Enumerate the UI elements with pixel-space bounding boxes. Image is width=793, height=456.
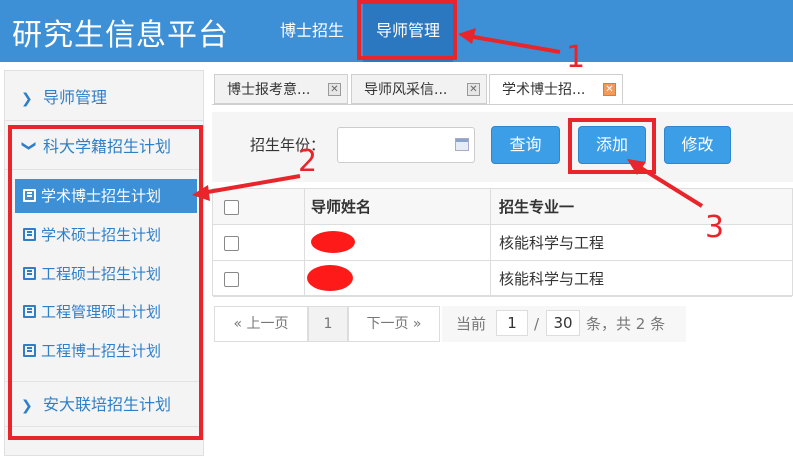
- annotation-number-2: 2: [298, 144, 318, 179]
- row-checkbox-cell: [213, 261, 305, 297]
- header-checkbox-cell: [213, 189, 305, 225]
- column-header-major[interactable]: 招生专业一: [491, 189, 792, 225]
- page-size-input[interactable]: 30: [546, 310, 580, 336]
- page-separator: /: [534, 315, 540, 333]
- major-cell: 核能科学与工程: [499, 270, 605, 288]
- annotation-number-1: 1: [566, 40, 586, 75]
- tab-doctoral-application[interactable]: 博士报考意... ✕: [214, 74, 348, 104]
- annotation-box-add: [568, 118, 656, 174]
- record-summary: 条，共 2 条: [586, 315, 666, 333]
- table-row[interactable]: 核能科学与工程: [213, 261, 792, 297]
- row-checkbox[interactable]: [224, 236, 239, 251]
- advisor-name-cell: [305, 225, 491, 261]
- page-number-button[interactable]: 1: [308, 306, 348, 342]
- redaction-mark: [311, 231, 355, 253]
- close-icon[interactable]: ✕: [467, 83, 480, 96]
- tab-academic-doctoral-plan[interactable]: 学术博士招... ✕: [489, 74, 623, 104]
- annotation-box-sidebar: [8, 125, 203, 440]
- annotation-box-nav: [357, 0, 457, 60]
- tab-label: 博士报考意...: [227, 82, 311, 98]
- query-button[interactable]: 查询: [491, 126, 560, 164]
- tab-divider: [212, 104, 793, 105]
- select-all-checkbox[interactable]: [224, 200, 239, 215]
- next-page-button[interactable]: 下一页 »: [348, 306, 440, 342]
- row-checkbox-cell: [213, 225, 305, 261]
- annotation-number-3: 3: [705, 210, 725, 245]
- nav-tab-doctoral-admissions[interactable]: 博士招生: [268, 0, 356, 62]
- tab-label: 学术博士招...: [502, 82, 586, 98]
- close-icon[interactable]: ✕: [328, 83, 341, 96]
- major-cell: 核能科学与工程: [499, 234, 605, 252]
- column-header-advisor-name[interactable]: 导师姓名: [305, 189, 491, 225]
- row-checkbox[interactable]: [224, 272, 239, 287]
- redaction-mark: [307, 265, 353, 291]
- current-page-input[interactable]: 1: [496, 310, 528, 336]
- close-icon[interactable]: ✕: [603, 83, 616, 96]
- tab-advisor-profile[interactable]: 导师风采信... ✕: [351, 74, 487, 104]
- sidebar-section-label: 导师管理: [43, 88, 108, 107]
- tab-label: 导师风采信...: [364, 82, 448, 98]
- app-title: 研究生信息平台: [12, 18, 229, 53]
- advisor-name-cell: [305, 261, 491, 297]
- prev-page-button[interactable]: « 上一页: [214, 306, 308, 342]
- chevron-right-icon: ❯: [21, 91, 33, 107]
- sidebar-section-advisor-management[interactable]: ❯ 导师管理: [5, 75, 203, 121]
- edit-button[interactable]: 修改: [664, 126, 731, 164]
- calendar-icon[interactable]: [455, 138, 469, 151]
